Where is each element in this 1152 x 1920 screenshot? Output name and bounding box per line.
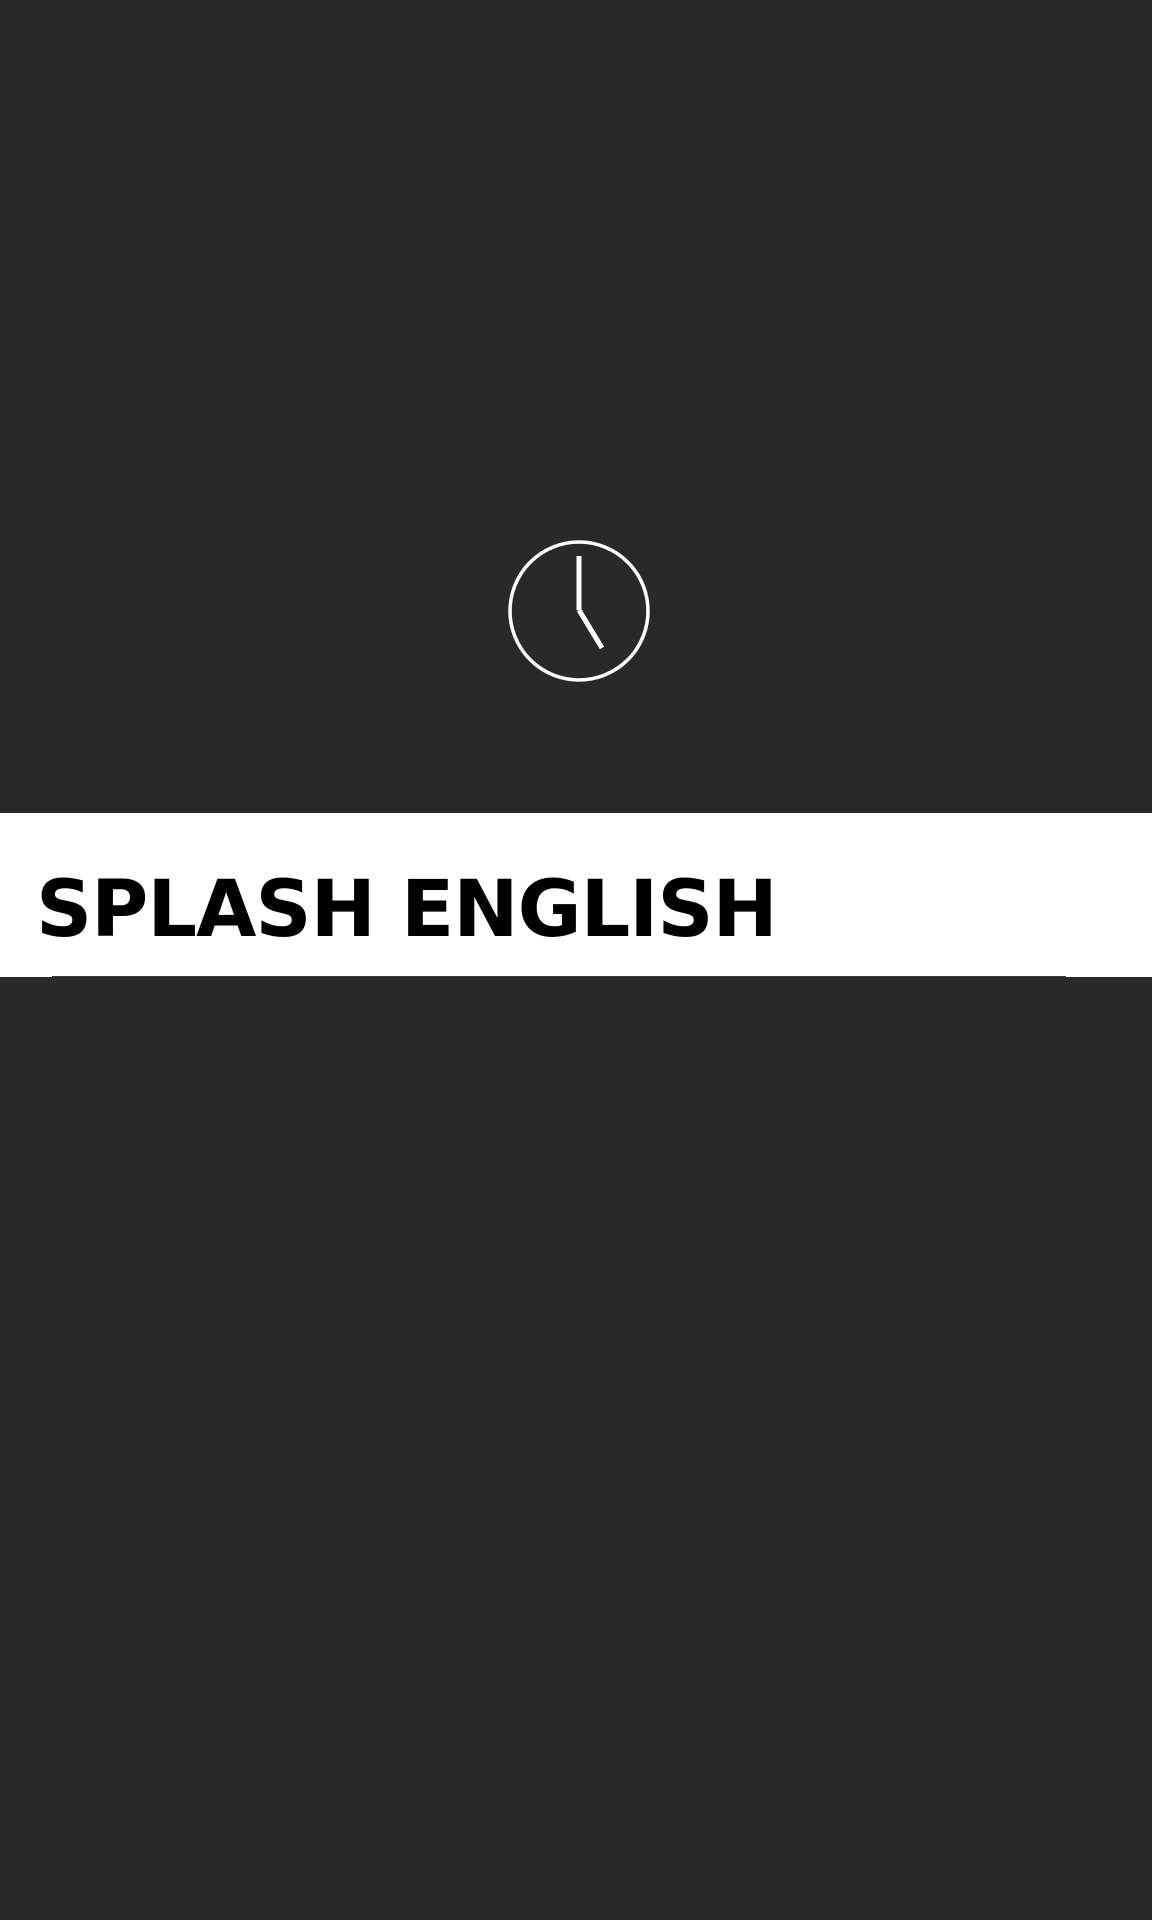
- banner-divider: [52, 976, 1066, 977]
- app-title: SPLASH ENGLISH: [36, 865, 778, 955]
- clock-icon: [506, 538, 652, 684]
- splash-screen: SPLASH ENGLISH: [0, 0, 1152, 1920]
